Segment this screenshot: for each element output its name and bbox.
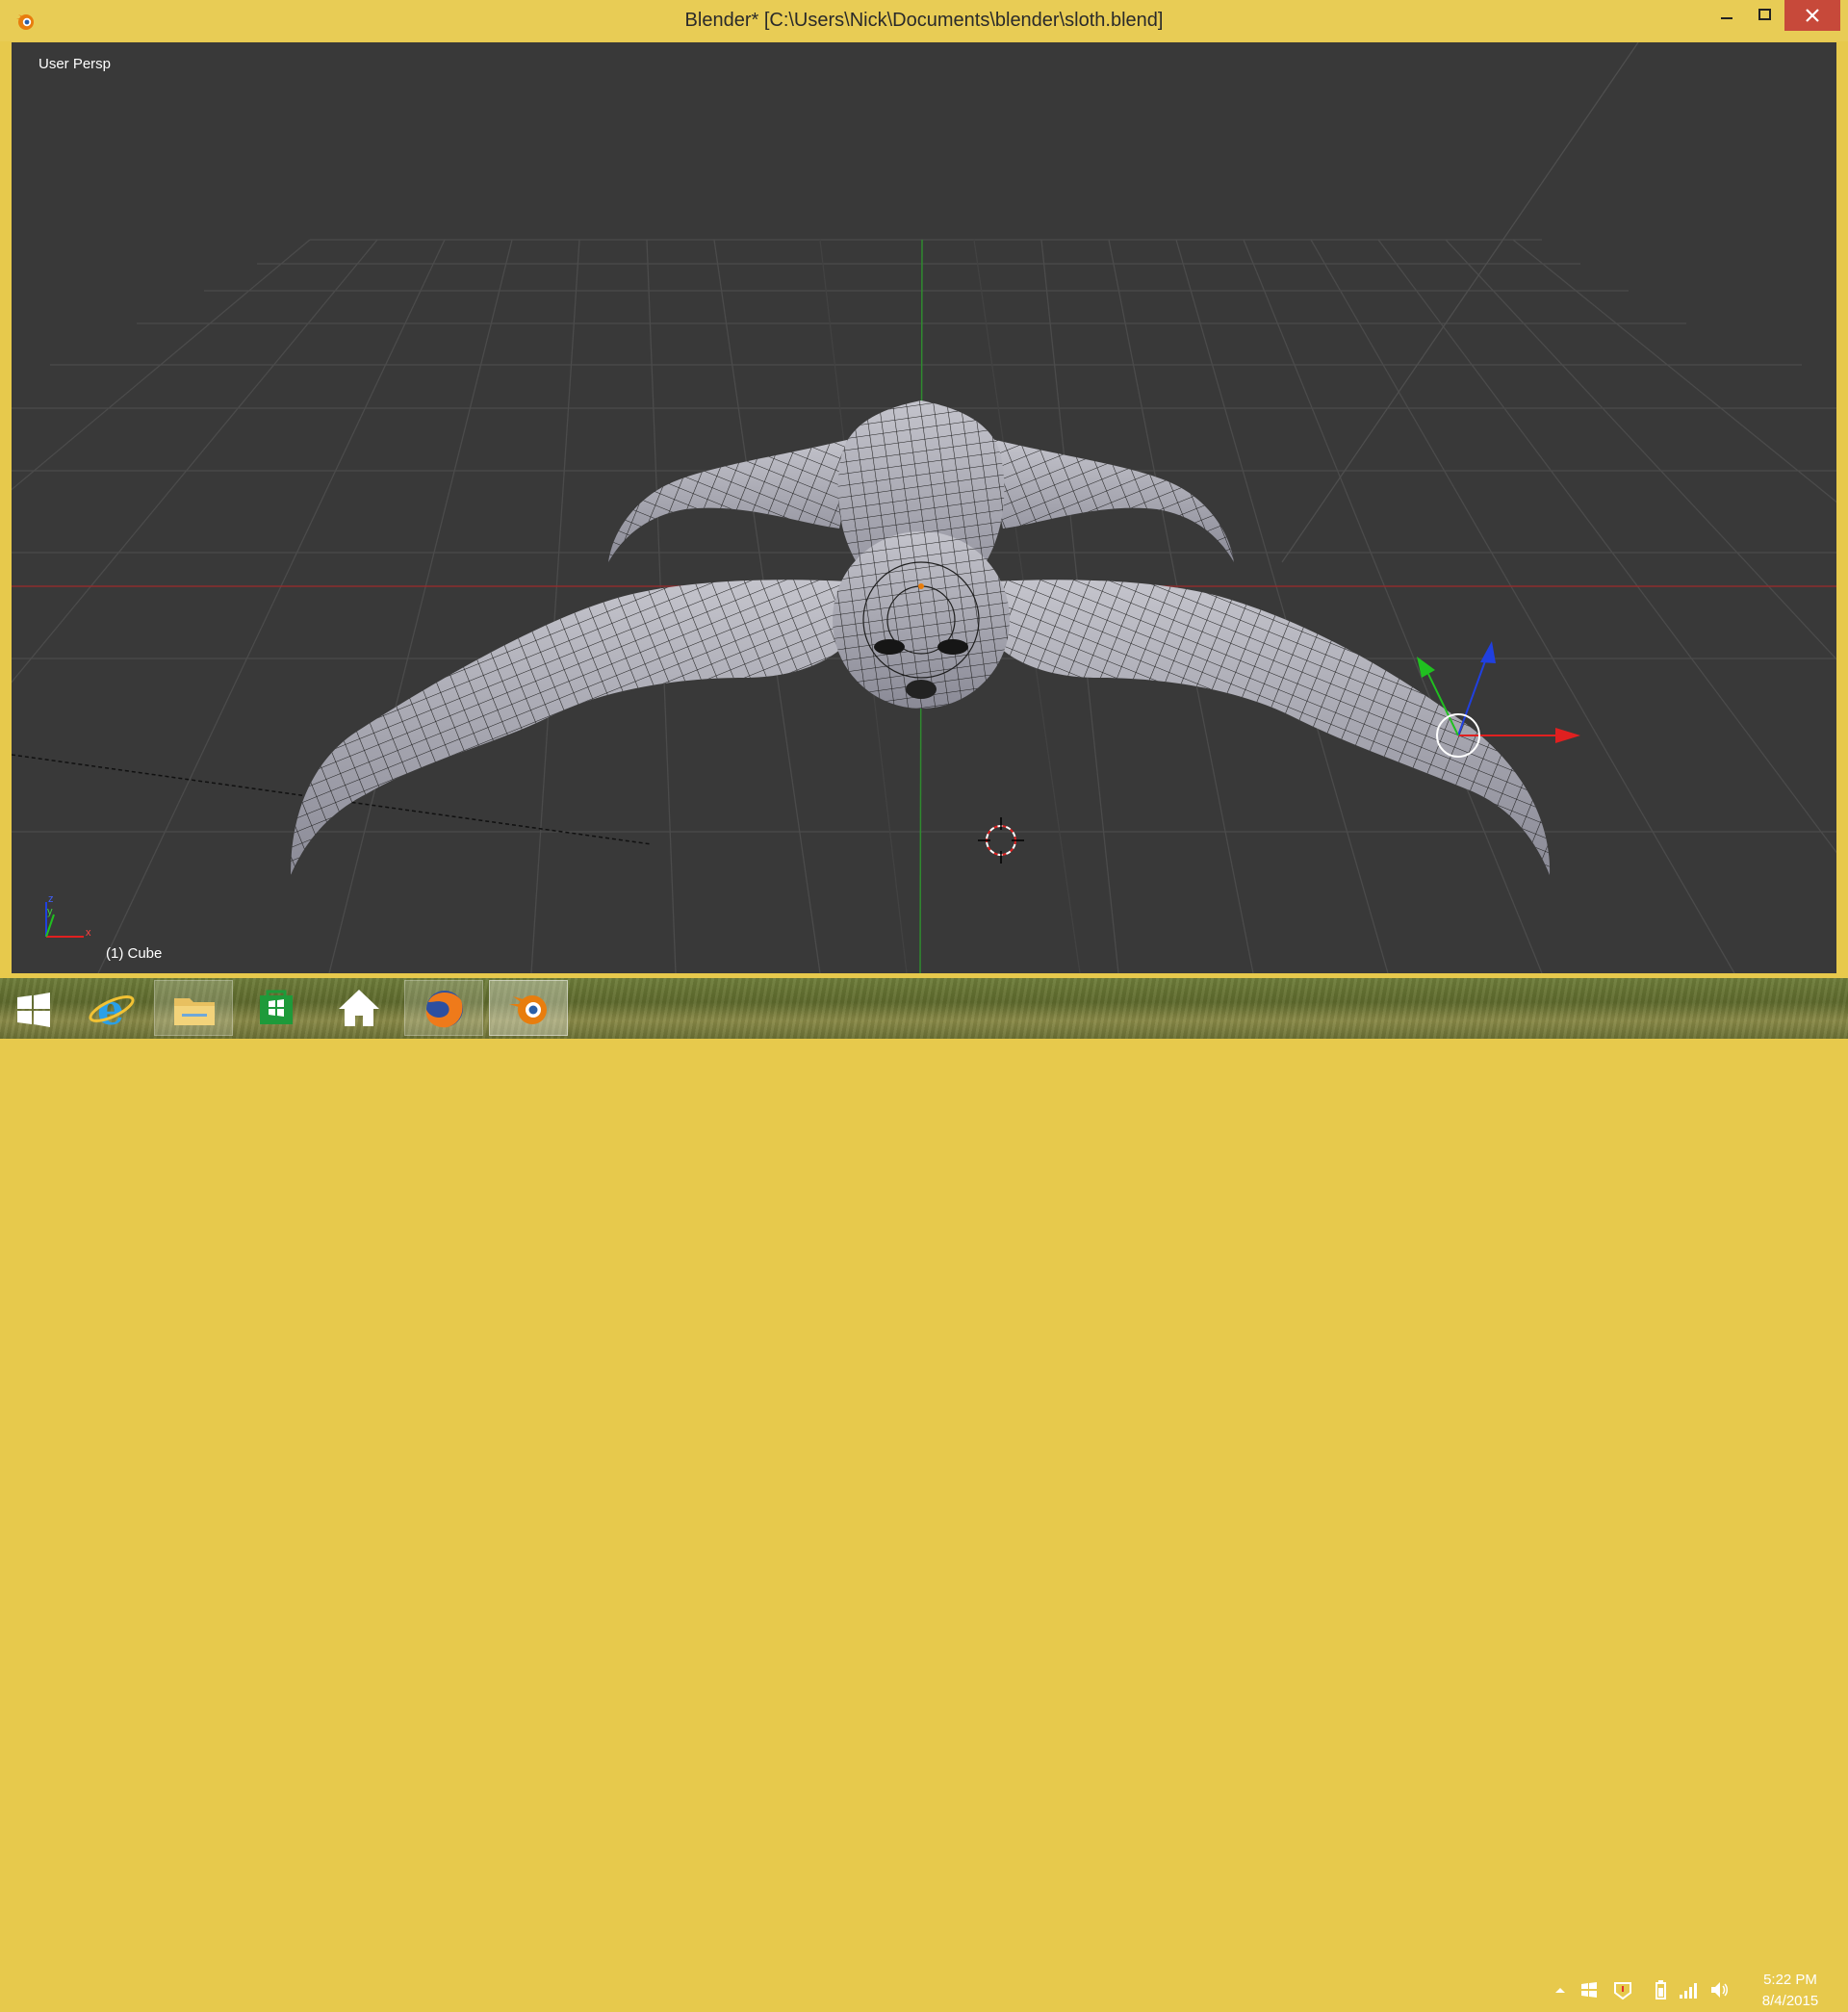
- window-title: Blender* [C:\Users\Nick\Documents\blende…: [684, 10, 1164, 31]
- minimize-button[interactable]: [1707, 0, 1746, 31]
- action-center-tray[interactable]: [1612, 1979, 1633, 2000]
- axis-y-label: y: [47, 906, 53, 917]
- volume-tray[interactable]: [1708, 1979, 1730, 2000]
- firefox-icon: [425, 991, 463, 1028]
- minimize-icon: [1721, 17, 1732, 19]
- clock-date: 8/4/2015: [1761, 1993, 1819, 2009]
- taskbar-internet-explorer[interactable]: e: [71, 980, 150, 1036]
- battery-icon: [1656, 1980, 1666, 1999]
- network-tray[interactable]: [1678, 1979, 1699, 2000]
- 3d-cursor-icon: [978, 817, 1024, 864]
- windows-logo-icon: [17, 993, 50, 1027]
- windows-flag-tray[interactable]: [1578, 1979, 1600, 2000]
- taskbar: e 5:22 PM 8/4/2015: [0, 978, 1848, 2009]
- svg-text:e: e: [97, 986, 124, 1035]
- viewport-scene: [12, 42, 1836, 973]
- active-object-label: (1) Cube: [106, 945, 163, 962]
- 3d-viewport[interactable]: User Persp z y x (1) Cube: [12, 42, 1836, 973]
- battery-tray[interactable]: [1650, 1979, 1671, 2000]
- close-button[interactable]: [1784, 0, 1840, 31]
- axis-z-label: z: [48, 893, 54, 905]
- taskbar-file-explorer[interactable]: [154, 980, 233, 1036]
- window-title-bar[interactable]: Blender* [C:\Users\Nick\Documents\blende…: [0, 0, 1848, 41]
- volume-icon: [1711, 1982, 1728, 1998]
- axis-x-label: x: [86, 927, 91, 939]
- network-signal-icon: [1680, 1983, 1697, 1999]
- action-center-icon: [1614, 1982, 1631, 2000]
- taskbar-firefox[interactable]: [404, 980, 483, 1036]
- taskbar-home[interactable]: [320, 980, 398, 1036]
- maximize-button[interactable]: [1746, 0, 1784, 31]
- folder-icon: [174, 998, 215, 1025]
- taskbar-blender[interactable]: [489, 980, 568, 1036]
- windows-flag-icon: [1581, 1982, 1597, 1998]
- show-hidden-icons-button[interactable]: [1550, 1979, 1571, 2000]
- maximize-icon: [1758, 9, 1771, 20]
- taskbar-clock[interactable]: 5:22 PM 8/4/2015: [1740, 1970, 1840, 2012]
- start-button[interactable]: [0, 980, 67, 1036]
- close-icon: [1806, 9, 1819, 22]
- blender-icon: [509, 995, 547, 1024]
- home-icon: [339, 990, 379, 1026]
- internet-explorer-icon: e: [89, 986, 135, 1035]
- show-hidden-icons-icon: [1555, 1988, 1565, 1993]
- view-label: User Persp: [38, 56, 112, 72]
- store-icon: [260, 990, 293, 1024]
- taskbar-store[interactable]: [237, 980, 316, 1036]
- clock-time: 5:22 PM: [1763, 1972, 1817, 1988]
